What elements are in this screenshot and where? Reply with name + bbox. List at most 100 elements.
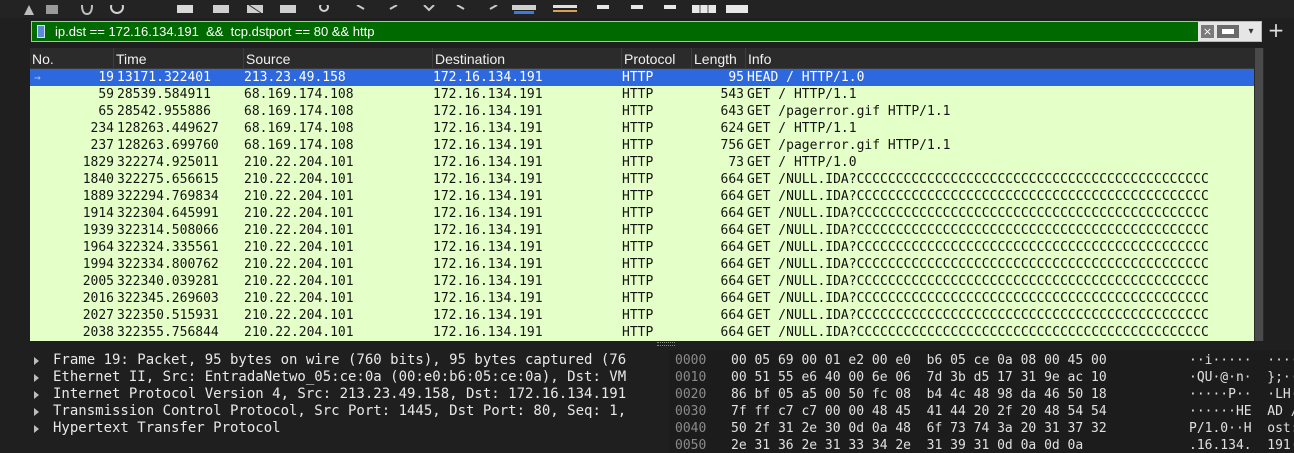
- display-filter-text[interactable]: ip.dst == 172.16.134.191 && tcp.dstport …: [55, 24, 374, 39]
- go-first-icon[interactable]: [455, 0, 469, 10]
- detail-ethernet[interactable]: Ethernet II, Src: EntradaNetwo_05:ce:0a …: [30, 369, 626, 386]
- packet-row[interactable]: 1840 322275.656615 210.22.204.101 172.16…: [30, 171, 1263, 188]
- packet-destination: 172.16.134.191: [433, 206, 543, 221]
- layout-icon[interactable]: [726, 0, 748, 13]
- packet-row[interactable]: 237 128263.699760 68.169.174.108 172.16.…: [30, 137, 1263, 154]
- packet-protocol: HTTP: [622, 308, 654, 323]
- go-forward-icon[interactable]: [385, 0, 399, 10]
- packet-source: 210.22.204.101: [244, 257, 354, 272]
- packet-row[interactable]: → 19 13171.322401 213.23.49.158 172.16.1…: [30, 69, 1263, 86]
- packet-protocol: HTTP: [622, 240, 654, 255]
- packet-length: 664: [720, 274, 744, 289]
- reload-file-icon[interactable]: [280, 0, 296, 13]
- go-to-packet-icon[interactable]: [422, 0, 436, 12]
- packet-row[interactable]: 234 128263.449627 68.169.174.108 172.16.…: [30, 120, 1263, 137]
- zoom-in-icon[interactable]: [597, 0, 609, 10]
- packet-length: 624: [720, 121, 744, 136]
- go-back-icon[interactable]: [355, 0, 369, 10]
- packet-row[interactable]: 1914 322304.645991 210.22.204.101 172.16…: [30, 205, 1263, 222]
- find-packet-icon[interactable]: [318, 0, 332, 12]
- packet-row[interactable]: 1889 322294.769834 210.22.204.101 172.16…: [30, 188, 1263, 205]
- packet-no: 2038: [82, 325, 114, 340]
- byte-row[interactable]: 0000 00 05 69 00 01 e2 00 e0 b6 05 ce 0a…: [669, 352, 1294, 369]
- colorize-icon[interactable]: [553, 0, 577, 12]
- detail-ipv4[interactable]: Internet Protocol Version 4, Src: 213.23…: [30, 386, 626, 403]
- packet-row[interactable]: 65 28542.955886 68.169.174.108 172.16.13…: [30, 103, 1263, 120]
- column-header-length[interactable]: Length: [692, 48, 746, 68]
- expand-arrow-icon[interactable]: [34, 425, 39, 433]
- stop-capture-icon[interactable]: [45, 0, 59, 14]
- packet-protocol: HTTP: [622, 291, 654, 306]
- detail-tcp[interactable]: Transmission Control Protocol, Src Port:…: [30, 403, 626, 420]
- packet-no: 1994: [82, 257, 114, 272]
- packet-row[interactable]: 2016 322345.269603 210.22.204.101 172.16…: [30, 290, 1263, 307]
- packet-info: GET /NULL.IDA?CCCCCCCCCCCCCCCCCCCCCCCCCC…: [747, 240, 1209, 255]
- packet-row[interactable]: 1939 322314.508066 210.22.204.101 172.16…: [30, 222, 1263, 239]
- packet-row[interactable]: 2027 322350.515931 210.22.204.101 172.16…: [30, 307, 1263, 324]
- packet-destination: 172.16.134.191: [433, 308, 543, 323]
- column-header-destination[interactable]: Destination: [433, 48, 622, 68]
- filter-bookmark-icon[interactable]: [37, 25, 45, 38]
- byte-offset: 0010: [675, 370, 707, 385]
- packet-row[interactable]: 2005 322340.039281 210.22.204.101 172.16…: [30, 273, 1263, 290]
- shark-fin-icon[interactable]: [22, 0, 36, 15]
- display-filter-input[interactable]: ip.dst == 172.16.134.191 && tcp.dstport …: [31, 21, 1262, 42]
- packet-info: GET /NULL.IDA?CCCCCCCCCCCCCCCCCCCCCCCCCC…: [747, 172, 1209, 187]
- byte-offset: 0050: [675, 438, 707, 453]
- packet-source: 68.169.174.108: [244, 138, 354, 153]
- auto-scroll-icon[interactable]: [512, 0, 536, 14]
- capture-options-icon[interactable]: [110, 0, 124, 14]
- pane-splitter[interactable]: [0, 341, 1294, 349]
- column-header-no[interactable]: No.: [30, 48, 114, 68]
- packet-info: GET /pagerror.gif HTTP/1.1: [747, 104, 951, 119]
- byte-row[interactable]: 0050 2e 31 36 2e 31 33 34 2e 31 39 31 0d…: [669, 437, 1294, 453]
- column-header-info[interactable]: Info: [746, 48, 1263, 68]
- packet-row[interactable]: 59 28539.584911 68.169.174.108 172.16.13…: [30, 86, 1263, 103]
- close-file-icon[interactable]: [247, 0, 263, 14]
- open-file-icon[interactable]: [177, 0, 193, 13]
- packet-info: GET / HTTP/1.0: [747, 155, 857, 170]
- packet-bytes-pane[interactable]: 0000 00 05 69 00 01 e2 00 e0 b6 05 ce 0a…: [669, 350, 1294, 453]
- packet-row[interactable]: 1964 322324.335561 210.22.204.101 172.16…: [30, 239, 1263, 256]
- add-filter-button[interactable]: +: [1266, 18, 1286, 42]
- byte-row[interactable]: 0030 7f ff c7 c7 00 00 48 45 41 44 20 2f…: [669, 403, 1294, 420]
- packet-info: GET /NULL.IDA?CCCCCCCCCCCCCCCCCCCCCCCCCC…: [747, 308, 1209, 323]
- clear-filter-button[interactable]: ×: [1201, 25, 1214, 38]
- packet-list-scrollbar[interactable]: [1254, 48, 1264, 341]
- packet-time: 322345.269603: [117, 291, 219, 306]
- byte-row[interactable]: 0010 00 51 55 e6 40 00 6e 06 7d 3b d5 17…: [669, 369, 1294, 386]
- packet-list-scroll-thumb[interactable]: [1255, 48, 1263, 341]
- byte-row[interactable]: 0040 50 2f 31 2e 30 0d 0a 48 6f 73 74 3a…: [669, 420, 1294, 437]
- column-header-protocol[interactable]: Protocol: [622, 48, 692, 68]
- column-header-source[interactable]: Source: [244, 48, 433, 68]
- zoom-out-icon[interactable]: [631, 0, 643, 10]
- expand-arrow-icon[interactable]: [34, 374, 39, 382]
- packet-time: 322294.769834: [117, 189, 219, 204]
- packet-no: 19: [98, 70, 114, 85]
- packet-info: GET / HTTP/1.1: [747, 87, 857, 102]
- filter-controls: × ▾: [1198, 22, 1261, 41]
- packet-details-pane[interactable]: Frame 19: Packet, 95 bytes on wire (760 …: [30, 350, 663, 453]
- resize-columns-icon[interactable]: [692, 0, 716, 13]
- packet-source: 210.22.204.101: [244, 223, 354, 238]
- packet-row[interactable]: 1829 322274.925011 210.22.204.101 172.16…: [30, 154, 1263, 171]
- expand-arrow-icon[interactable]: [34, 391, 39, 399]
- filter-history-chevron-icon[interactable]: ▾: [1244, 24, 1258, 39]
- packet-row[interactable]: 1994 322334.800762 210.22.204.101 172.16…: [30, 256, 1263, 273]
- packet-time: 128263.449627: [117, 121, 219, 136]
- apply-filter-arrow-icon[interactable]: [1217, 25, 1239, 38]
- byte-ascii: ··i····· ······E·: [1189, 353, 1294, 368]
- byte-row[interactable]: 0020 86 bf 05 a5 00 50 fc 08 b4 4c 48 98…: [669, 386, 1294, 403]
- expand-arrow-icon[interactable]: [34, 408, 39, 416]
- column-header-time[interactable]: Time: [114, 48, 244, 68]
- packet-destination: 172.16.134.191: [433, 223, 543, 238]
- go-last-icon[interactable]: [485, 0, 499, 10]
- detail-http[interactable]: Hypertext Transfer Protocol: [30, 420, 281, 437]
- detail-frame[interactable]: Frame 19: Packet, 95 bytes on wire (760 …: [30, 352, 626, 369]
- expand-arrow-icon[interactable]: [34, 357, 39, 365]
- normal-size-icon[interactable]: [664, 0, 676, 10]
- save-file-icon[interactable]: [213, 0, 229, 13]
- restart-capture-icon[interactable]: [80, 0, 94, 16]
- packet-row[interactable]: 2038 322355.756844 210.22.204.101 172.16…: [30, 324, 1263, 341]
- packet-list[interactable]: No. Time Source Destination Protocol Len…: [30, 48, 1263, 341]
